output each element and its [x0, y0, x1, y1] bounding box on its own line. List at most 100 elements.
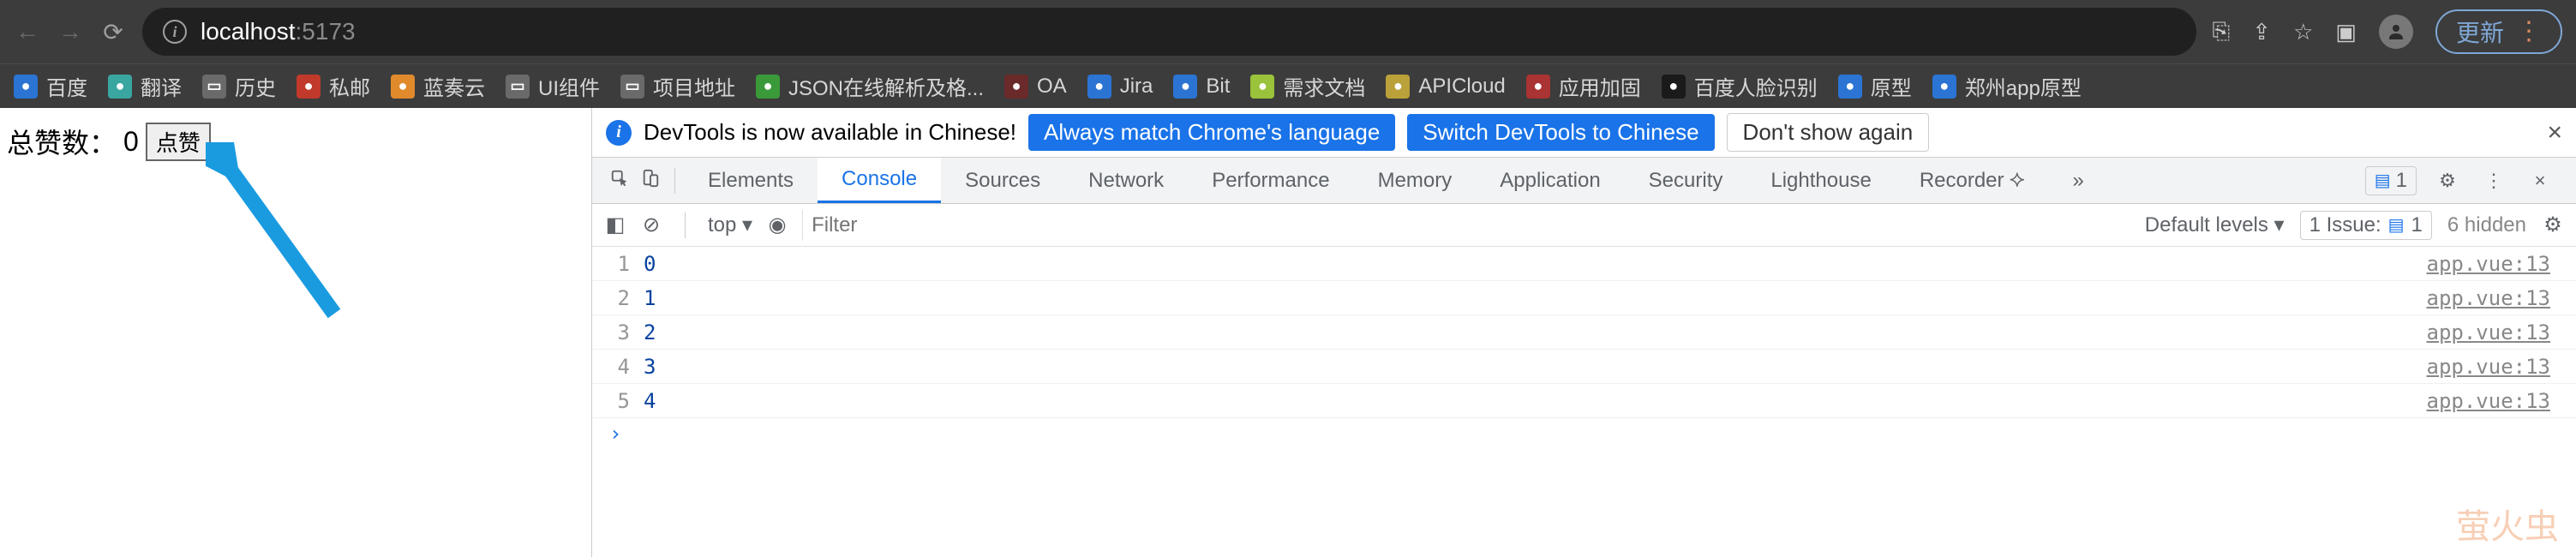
bookmark-item[interactable]: ●百度人脸识别 — [1662, 71, 1818, 101]
tab-sources[interactable]: Sources — [941, 158, 1064, 203]
toolbar-right: ⎘ ⇪ ☆ ▣ 更新 — [2212, 9, 2562, 54]
tabs-overflow[interactable]: » — [2049, 158, 2108, 203]
console-filterbar: ◧ ⊘ top ▾ ◉ Default levels ▾ 1 Issue: ▤ … — [592, 204, 2576, 247]
device-icon[interactable] — [635, 169, 666, 193]
inspect-icon[interactable] — [604, 169, 635, 193]
reload-icon[interactable]: ⟳ — [99, 18, 127, 46]
main-area: 总赞数： 0 点赞 i DevTools is now available in… — [0, 108, 2576, 557]
bookmark-bar: ●百度●翻译▭历史●私邮●蓝奏云▭UI组件▭项目地址●JSON在线解析及格...… — [0, 63, 2576, 108]
bookmark-label: 蓝奏云 — [423, 71, 485, 101]
console-prompt[interactable]: › — [592, 418, 2576, 449]
levels-selector[interactable]: Default levels ▾ — [2145, 213, 2285, 237]
bookmark-icon: ● — [1838, 75, 1862, 99]
bookmark-label: 翻译 — [141, 71, 182, 101]
filter-settings-icon[interactable]: ⚙ — [2542, 214, 2564, 237]
bookmark-item[interactable]: ● 原型 — [1838, 71, 1912, 101]
source-link[interactable]: app.vue:13 — [2427, 389, 2560, 413]
kebab-icon[interactable]: ⋮ — [2478, 170, 2509, 192]
page-content: 总赞数： 0 点赞 — [0, 108, 591, 557]
tab-security[interactable]: Security — [1625, 158, 1747, 203]
bookmark-item[interactable]: ●百度 — [14, 71, 87, 101]
switch-button[interactable]: Switch DevTools to Chinese — [1407, 114, 1714, 151]
bookmark-label: Bit — [1206, 75, 1230, 99]
tab-memory[interactable]: Memory — [1354, 158, 1477, 203]
bookmark-item[interactable]: ●Jira — [1087, 75, 1153, 99]
devtools: i DevTools is now available in Chinese! … — [591, 108, 2576, 557]
sidebar-toggle-icon[interactable]: ◧ — [604, 214, 626, 237]
console-row: 54 app.vue:13 — [592, 384, 2576, 418]
tab-recorder[interactable]: Recorder ⯎ — [1896, 158, 2049, 203]
source-link[interactable]: app.vue:13 — [2427, 320, 2560, 344]
url-port: :5173 — [296, 18, 356, 45]
panel-icon[interactable]: ▣ — [2335, 19, 2357, 45]
console-row: 21app.vue:13 — [592, 281, 2576, 315]
dont-show-button[interactable]: Don't show again — [1727, 113, 1930, 152]
line-number: 1 — [609, 252, 644, 276]
source-link[interactable]: app.vue:13 — [2427, 286, 2560, 310]
filter-input[interactable] — [802, 210, 2131, 241]
live-expression-icon[interactable]: ◉ — [766, 214, 788, 237]
tab-lighthouse[interactable]: Lighthouse — [1746, 158, 1895, 203]
bookmark-item[interactable]: ●APICloud — [1386, 75, 1505, 99]
tab-elements[interactable]: Elements — [684, 158, 818, 203]
source-link[interactable]: app.vue:13 — [2427, 252, 2560, 276]
tab-console[interactable]: Console — [818, 158, 941, 203]
messages-badge[interactable]: ▤ 1 — [2365, 166, 2417, 195]
log-value: 4 — [644, 389, 656, 413]
hidden-count[interactable]: 6 hidden — [2447, 213, 2526, 237]
bookmark-item[interactable]: ●郑州app原型 — [1932, 71, 2082, 101]
bookmark-icon: ● — [1004, 75, 1028, 99]
avatar-icon[interactable] — [2379, 15, 2413, 49]
bookmark-item[interactable]: ●应用加固 — [1526, 71, 1641, 101]
translate-icon[interactable]: ⎘ — [2212, 18, 2230, 45]
tab-performance[interactable]: Performance — [1188, 158, 1353, 203]
like-label: 总赞数： — [7, 122, 117, 161]
forward-icon[interactable]: → — [57, 18, 84, 45]
bookmark-icon: ● — [391, 75, 415, 99]
source-link[interactable]: app.vue:13 — [2427, 355, 2560, 379]
star-icon[interactable]: ☆ — [2293, 19, 2313, 45]
update-button[interactable]: 更新 — [2435, 9, 2562, 54]
bookmark-label: 需求文档 — [1283, 71, 1365, 101]
bookmark-item[interactable]: ▭UI组件 — [506, 71, 600, 101]
url-host: localhost — [201, 18, 296, 45]
line-number: 5 — [609, 389, 644, 413]
context-selector[interactable]: top ▾ — [708, 213, 752, 237]
issues-badge[interactable]: 1 Issue: ▤ 1 — [2300, 211, 2432, 240]
bookmark-item[interactable]: ●需求文档 — [1250, 71, 1365, 101]
bookmark-label: OA — [1037, 75, 1067, 99]
bookmark-item[interactable]: ▭项目地址 — [620, 71, 735, 101]
site-info-icon[interactable]: i — [163, 20, 187, 44]
tab-application[interactable]: Application — [1476, 158, 1624, 203]
bookmark-label: UI组件 — [538, 71, 600, 101]
bookmark-item[interactable]: ● OA — [1004, 75, 1067, 99]
close-devtools-icon[interactable]: × — [2525, 170, 2555, 192]
log-value: 2 — [644, 320, 656, 344]
bookmark-label: 原型 — [1871, 71, 1912, 101]
message-icon: ▤ — [2375, 170, 2391, 191]
bookmark-item[interactable]: ● 蓝奏云 — [391, 71, 485, 101]
bookmark-label: 项目地址 — [653, 71, 735, 101]
back-icon[interactable]: ← — [14, 18, 41, 45]
bookmark-item[interactable]: ●翻译 — [108, 71, 182, 101]
settings-icon[interactable]: ⚙ — [2432, 170, 2463, 192]
devtools-infobar: i DevTools is now available in Chinese! … — [592, 108, 2576, 158]
console-row: 10app.vue:13 — [592, 247, 2576, 281]
tab-network[interactable]: Network — [1064, 158, 1188, 203]
console-row: 32 app.vue:13 — [592, 315, 2576, 350]
clear-icon[interactable]: ⊘ — [640, 214, 662, 237]
bookmark-item[interactable]: ●Bit — [1173, 75, 1230, 99]
line-number: 3 — [609, 320, 644, 344]
bookmark-icon: ● — [14, 75, 38, 99]
bookmark-icon: ▭ — [202, 75, 226, 99]
bookmark-item[interactable]: ●JSON在线解析及格... — [756, 71, 984, 101]
bookmark-icon: ● — [1526, 75, 1550, 99]
share-icon[interactable]: ⇪ — [2252, 19, 2271, 45]
always-match-button[interactable]: Always match Chrome's language — [1028, 114, 1395, 151]
close-icon[interactable]: × — [2547, 118, 2562, 147]
like-button[interactable]: 点赞 — [146, 123, 211, 161]
devtools-tabs: ElementsConsoleSourcesNetworkPerformance… — [592, 158, 2576, 204]
bookmark-item[interactable]: ▭历史 — [202, 71, 276, 101]
address-bar[interactable]: i localhost:5173 — [142, 8, 2196, 56]
bookmark-item[interactable]: ●私邮 — [297, 71, 370, 101]
